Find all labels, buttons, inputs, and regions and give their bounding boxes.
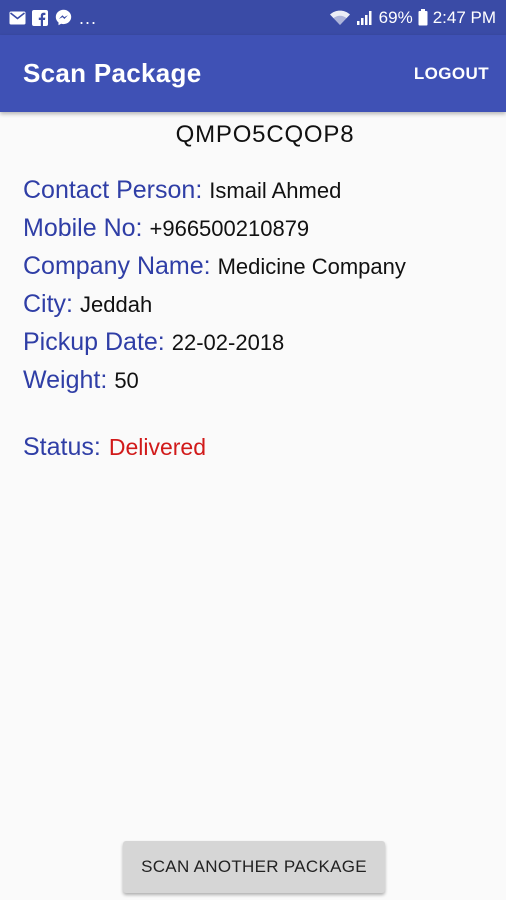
mobile-value: +966500210879: [149, 216, 310, 241]
facebook-icon: [31, 9, 49, 27]
status-bar: ... 69% 2:47 PM: [0, 0, 506, 35]
page-title: Scan Package: [23, 58, 202, 88]
company-name-value: Medicine Company: [217, 254, 406, 279]
weight-label: Weight:: [23, 366, 108, 394]
mail-icon: [8, 9, 26, 27]
clock: 2:47 PM: [432, 7, 496, 27]
detail-row-company: Company Name: Medicine Company: [23, 252, 406, 290]
battery-icon: [418, 9, 428, 27]
contact-person-label: Contact Person:: [23, 176, 203, 204]
scan-another-package-button[interactable]: SCAN ANOTHER PACKAGE: [123, 841, 385, 893]
pickup-date-label: Pickup Date:: [23, 328, 165, 356]
mobile-label: Mobile No:: [23, 214, 143, 242]
logout-button[interactable]: LOGOUT: [414, 58, 489, 90]
detail-row-mobile: Mobile No: +966500210879: [23, 214, 406, 252]
weight-value: 50: [114, 368, 139, 393]
city-value: Jeddah: [80, 292, 153, 317]
more-notifications: ...: [79, 7, 98, 28]
city-label: City:: [23, 290, 73, 318]
wifi-icon: [329, 9, 351, 27]
detail-row-pickup-date: Pickup Date: 22-02-2018: [23, 328, 406, 366]
battery-percent: 69%: [378, 7, 413, 27]
detail-row-city: City: Jeddah: [23, 290, 406, 328]
messenger-icon: [54, 9, 72, 27]
notification-icons: ...: [8, 9, 97, 27]
app-bar: Scan Package LOGOUT: [0, 35, 506, 112]
contact-person-value: Ismail Ahmed: [209, 178, 342, 203]
detail-row-contact-person: Contact Person: Ismail Ahmed: [23, 176, 406, 214]
status-label: Status:: [23, 433, 101, 461]
status-badge: Delivered: [108, 434, 206, 460]
signal-icon: [356, 9, 374, 27]
screen: ... 69% 2:47 PM Scan Package LOGOUT QMPO…: [0, 0, 506, 900]
details-list: Contact Person: Ismail Ahmed Mobile No: …: [23, 176, 406, 404]
detail-row-weight: Weight: 50: [23, 366, 406, 404]
system-status: 69% 2:47 PM: [329, 7, 496, 27]
status-row: Status: Delivered: [23, 433, 206, 462]
pickup-date-value: 22-02-2018: [171, 330, 285, 355]
company-name-label: Company Name:: [23, 252, 211, 280]
package-code: QMPO5CQOP8: [175, 121, 355, 148]
